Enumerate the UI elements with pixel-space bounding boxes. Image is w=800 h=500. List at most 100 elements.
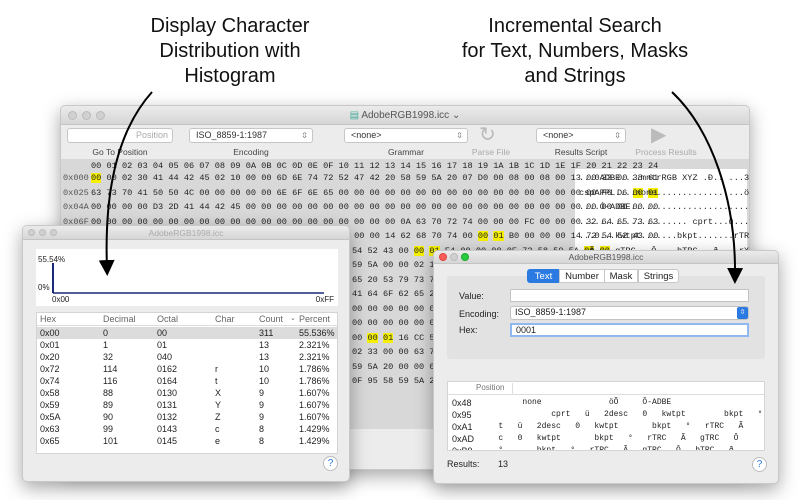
histogram-table[interactable]: Hex Decimal Octal Char Count Percent ⌄ 0x00 0 00… [36, 312, 338, 454]
sort-descending-icon[interactable]: ⌄ [290, 313, 296, 325]
table-row[interactable]: 0x00 0 00 311 55.536% [37, 327, 337, 339]
table-cell: 0130 [157, 388, 178, 398]
table-cell: 116 [103, 376, 118, 386]
minimize-button[interactable] [450, 253, 458, 261]
table-cell: 8 [259, 436, 265, 446]
zoom-button[interactable] [96, 111, 105, 120]
titlebar: AdobeRGB1998.icc [434, 251, 778, 264]
encoding-select[interactable]: ISO_8859-1:1987 ⇳ [510, 306, 749, 320]
table-cell: 0x74 [40, 376, 60, 386]
chevron-updown-icon: ⇳ [301, 131, 308, 140]
hex-row[interactable]: 00 00 02 30 41 44 42 45 02 10 00 00 6D 6… [91, 171, 658, 185]
parse-file-button[interactable]: Parse File [456, 147, 526, 157]
zoom-button[interactable] [461, 253, 469, 261]
table-row[interactable]: 0x20 32 040 13 2.321% [37, 351, 337, 363]
hex-input[interactable]: 0001 [510, 323, 749, 337]
hex-row-partial[interactable]: 65 20 53 79 73 74 [352, 273, 440, 287]
close-button[interactable] [439, 253, 447, 261]
hex-row-partial[interactable]: 02 33 00 00 63 75 [352, 345, 440, 359]
table-row[interactable]: 0x5A 90 0132 Z 9 1.607% [37, 411, 337, 423]
result-row[interactable]: 0xB9 ° bkpt ° rTRC Ã gTRC Ô bTRC ð [448, 445, 764, 450]
table-cell: 0x63 [40, 424, 60, 434]
table-row[interactable]: 0x65 101 0145 e 8 1.429% [37, 435, 337, 447]
window-title: AdobeRGB1998.icc [568, 252, 644, 262]
ascii-row[interactable]: ...0ADBE....mntrRGB XYZ .Ð.. ...3.;a [579, 171, 749, 185]
result-row[interactable]: 0x95 cprt ü 2desc 0 kwtpt bkpt ° [448, 409, 764, 421]
table-cell: 00 [157, 328, 168, 338]
hex-row-partial[interactable]: 00 00 00 00 00 00 [352, 302, 440, 316]
process-results-button[interactable]: Process Results [626, 147, 706, 157]
play-icon[interactable]: ▶ [651, 122, 666, 147]
encoding-value: ISO_8859-1:1987 [196, 130, 268, 140]
position-column-header[interactable]: Position [476, 382, 504, 394]
table-cell: 0 [103, 328, 109, 338]
table-cell: 13 [259, 340, 270, 350]
ascii-row[interactable]: cspAPPL....none.................öÖ.. [579, 186, 749, 200]
grammar-select[interactable]: <none> ⇳ [344, 128, 468, 143]
search-window: AdobeRGB1998.icc Text Number Mask Strings V… [433, 250, 779, 484]
window-title: AdobeRGB1998.icc [148, 228, 224, 238]
table-cell: t [215, 376, 218, 386]
result-row[interactable]: 0xA1 t ü 2desc 0 kwtpt bkpt ° rTRC Ã [448, 421, 764, 433]
result-text: none öÕ Ô-ADBE [484, 398, 672, 407]
table-row[interactable]: 0x74 116 0164 t 10 1.786% [37, 375, 337, 387]
ascii-row[interactable]: ..................... cprt...ü...2desc [579, 215, 749, 229]
hex-row[interactable]: 00 00 00 00 D3 2D 41 44 42 45 00 00 00 0… [91, 200, 658, 214]
close-button[interactable] [28, 229, 35, 236]
close-button[interactable] [68, 111, 77, 120]
column-header[interactable]: Percent [299, 313, 330, 325]
tab-strings[interactable]: Strings [638, 269, 679, 283]
column-header[interactable]: Char [215, 313, 235, 325]
column-header[interactable]: Octal [157, 313, 178, 325]
results-count: 13 [498, 459, 509, 469]
help-button[interactable]: ? [323, 456, 338, 471]
table-row[interactable]: 0x72 114 0162 r 10 1.786% [37, 363, 337, 375]
column-header[interactable]: Decimal [103, 313, 136, 325]
hex-row-partial[interactable]: 0F 95 58 59 5A 20 [352, 374, 440, 388]
hex-row-partial[interactable]: 00 00 00 00 00 00 [352, 316, 440, 330]
minimize-button[interactable] [82, 111, 91, 120]
table-cell: 55.536% [299, 328, 335, 338]
table-row[interactable]: 0x59 89 0131 Y 9 1.607% [37, 399, 337, 411]
help-button[interactable]: ? [752, 457, 767, 472]
results-script-select[interactable]: <none> ⇳ [536, 128, 626, 143]
table-row[interactable]: 0x01 1 01 13 2.321% [37, 339, 337, 351]
value-input[interactable] [510, 289, 749, 302]
minimize-button[interactable] [39, 229, 46, 236]
ascii-row[interactable]: ...0...kwtpt.......bkpt.......rTRC. [579, 229, 749, 243]
table-cell: 1.429% [299, 424, 330, 434]
result-row[interactable]: 0x48 none öÕ Ô-ADBE [448, 397, 764, 409]
tab-text[interactable]: Text [527, 269, 560, 283]
hex-row-partial[interactable]: 59 5A 20 00 00 00 [352, 360, 440, 374]
tab-number[interactable]: Number [559, 269, 605, 283]
table-cell: 0x65 [40, 436, 60, 446]
table-row[interactable]: 0x58 88 0130 X 9 1.607% [37, 387, 337, 399]
encoding-value: ISO_8859-1:1987 [515, 307, 587, 317]
headline-search: Incremental Search for Text, Numbers, Ma… [440, 14, 710, 89]
reload-icon[interactable]: ↻ [479, 122, 496, 147]
result-position: 0x48 [452, 398, 472, 408]
result-text: t ü 2desc 0 kwtpt bkpt ° rTRC Ã [484, 422, 744, 431]
encoding-select[interactable]: ISO_8859-1:1987 ⇳ [189, 128, 313, 143]
result-position: 0x95 [452, 410, 472, 420]
tab-mask[interactable]: Mask [604, 269, 638, 283]
zoom-button[interactable] [50, 229, 57, 236]
histogram-chart: 55.54% 0% 0x00 0xFF [36, 249, 338, 306]
results-label: Results: [447, 459, 480, 469]
headline-line: and Strings [524, 65, 626, 87]
table-cell: 0x58 [40, 388, 60, 398]
hex-row[interactable]: 63 73 70 41 50 50 4C 00 00 00 00 00 6E 6… [91, 186, 659, 200]
results-table[interactable]: Position 0x48 none öÕ Ô-ADBE 0x95 cprt ü … [447, 381, 765, 451]
table-row[interactable]: 0x63 99 0143 c 8 1.429% [37, 423, 337, 435]
table-cell: 10 [259, 364, 270, 374]
headline-line: Incremental Search [488, 15, 662, 37]
column-header[interactable]: Count [259, 313, 283, 325]
chevron-down-icon[interactable]: ⌄ [449, 110, 460, 121]
column-header[interactable]: Hex [40, 313, 56, 325]
hex-row-partial[interactable]: 00 00 01 16 CC 58 [352, 331, 440, 345]
result-row[interactable]: 0xAD c 0 kwtpt bkpt ° rTRC Ã gTRC Ô [448, 433, 764, 445]
table-cell: 0131 [157, 400, 178, 410]
goto-position-input[interactable]: Position [67, 128, 173, 143]
ascii-row[interactable]: ....Ó-ADBE........................... [579, 200, 749, 214]
hex-row-partial[interactable]: 41 64 6F 62 65 20 [352, 287, 440, 301]
